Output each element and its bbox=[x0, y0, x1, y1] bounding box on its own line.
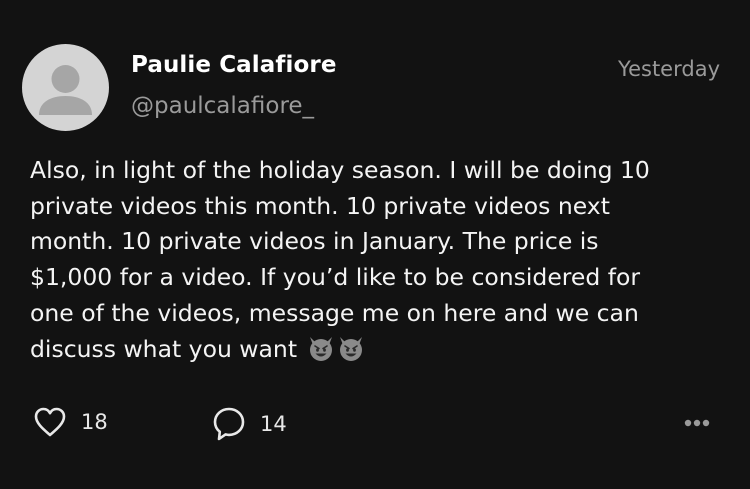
speech-bubble-icon bbox=[213, 407, 245, 441]
post-body-line: month. 10 private videos in January. The… bbox=[30, 227, 599, 256]
author-name[interactable]: Paulie Calafiore bbox=[131, 52, 337, 78]
more-options-button[interactable] bbox=[680, 410, 720, 436]
avatar[interactable] bbox=[22, 44, 109, 131]
smiling-devil-emoji bbox=[309, 336, 332, 361]
post-body: Also, in light of the holiday season. I … bbox=[30, 153, 730, 367]
heart-icon bbox=[34, 407, 66, 437]
smiling-devil-emoji bbox=[339, 336, 362, 361]
post-body-line: $1,000 for a video. If you’d like to be … bbox=[30, 263, 641, 292]
action-bar: 18 14 bbox=[0, 400, 750, 448]
post-timestamp: Yesterday bbox=[618, 57, 720, 81]
like-count: 18 bbox=[81, 410, 108, 434]
author-handle[interactable]: @paulcalafiore_ bbox=[131, 93, 314, 119]
post-body-line: Also, in light of the holiday season. I … bbox=[30, 156, 650, 184]
more-dots-icon bbox=[684, 419, 710, 427]
default-avatar-icon bbox=[39, 65, 92, 115]
post-body-line: discuss what you want bbox=[30, 334, 298, 363]
comment-button[interactable]: 14 bbox=[212, 406, 287, 442]
post-card: Paulie Calafiore @paulcalafiore_ Yesterd… bbox=[0, 0, 750, 489]
comment-count: 14 bbox=[260, 412, 287, 436]
post-body-last-line: discuss what you want bbox=[30, 332, 730, 368]
like-button[interactable]: 18 bbox=[33, 406, 108, 438]
post-body-line: private videos this month. 10 private vi… bbox=[30, 191, 610, 220]
post-body-line: one of the videos, message me on here an… bbox=[30, 298, 639, 327]
